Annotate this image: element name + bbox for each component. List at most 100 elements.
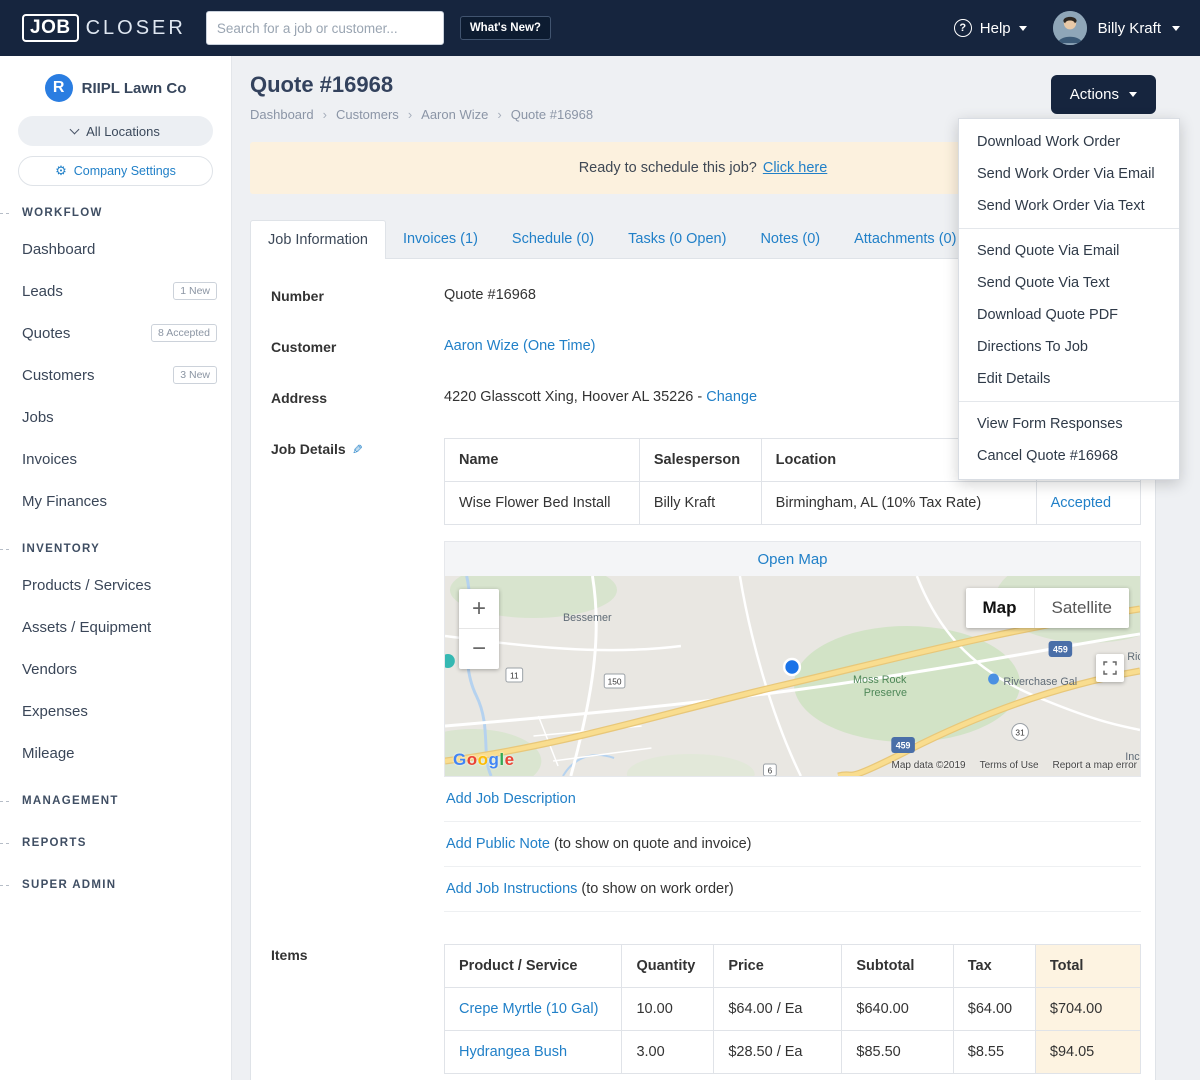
menu-item-send-work-order-email[interactable]: Send Work Order Via Email — [959, 158, 1179, 190]
chevron-down-icon — [1129, 92, 1137, 97]
menu-item-download-work-order[interactable]: Download Work Order — [959, 126, 1179, 158]
nav-header-inventory[interactable]: INVENTORY — [0, 534, 231, 564]
menu-item-cancel-quote[interactable]: Cancel Quote #16968 — [959, 440, 1179, 472]
help-label: Help — [979, 19, 1011, 37]
job-details-label-text: Job Details — [271, 441, 346, 457]
sidebar-item-expenses[interactable]: Expenses — [0, 690, 231, 732]
menu-item-send-quote-text[interactable]: Send Quote Via Text — [959, 267, 1179, 299]
add-public-note-link[interactable]: Add Public Note — [446, 836, 550, 852]
report-map-error-link[interactable]: Report a map error — [1053, 760, 1137, 771]
route-shield-label: 150 — [608, 676, 622, 686]
tab-attachments[interactable]: Attachments (0) — [837, 220, 973, 258]
whats-new-button[interactable]: What's New? — [459, 16, 551, 40]
top-bar: JOB CLOSER What's New? ? Help Billy Kraf… — [0, 0, 1200, 56]
sidebar-item-assets-equipment[interactable]: Assets / Equipment — [0, 606, 231, 648]
items-row: Items Product / Service Quantity Price S… — [265, 928, 1142, 1080]
sidebar-item-customers[interactable]: Customers 3 New — [0, 354, 231, 396]
sidebar-item-vendors[interactable]: Vendors — [0, 648, 231, 690]
sidebar-item-invoices[interactable]: Invoices — [0, 438, 231, 480]
map-canvas[interactable]: Bessemer 11 150 459 459 31 6 Moss Rock P… — [445, 576, 1140, 776]
zoom-in-button[interactable]: + — [459, 589, 499, 629]
app-logo[interactable]: JOB CLOSER — [22, 14, 186, 42]
actions-button[interactable]: Actions — [1050, 75, 1156, 114]
breadcrumb-customers[interactable]: Customers — [336, 107, 399, 122]
tab-notes[interactable]: Notes (0) — [743, 220, 837, 258]
item-subtotal: $640.00 — [841, 987, 954, 1031]
interstate-shield-label: 459 — [1053, 644, 1068, 654]
add-job-description-link[interactable]: Add Job Description — [446, 791, 576, 807]
actions-label: Actions — [1069, 86, 1119, 103]
item-product-link[interactable]: Crepe Myrtle (10 Gal) — [443, 987, 623, 1031]
map-marker[interactable] — [782, 657, 802, 677]
job-details-data-row: Wise Flower Bed Install Billy Kraft Birm… — [444, 481, 1142, 525]
menu-item-edit-details[interactable]: Edit Details — [959, 363, 1179, 395]
sidebar-item-label: Invoices — [22, 450, 78, 468]
address-change-link[interactable]: Change — [706, 389, 757, 405]
sidebar-item-dashboard[interactable]: Dashboard — [0, 228, 231, 270]
nav-header-workflow[interactable]: WORKFLOW — [0, 198, 231, 228]
breadcrumb: Dashboard Customers Aaron Wize Quote #16… — [250, 107, 593, 122]
open-map-link[interactable]: Open Map — [445, 542, 1140, 576]
tab-invoices[interactable]: Invoices (1) — [386, 220, 495, 258]
gear-icon — [55, 163, 67, 179]
menu-item-directions-to-job[interactable]: Directions To Job — [959, 331, 1179, 363]
menu-item-send-work-order-text[interactable]: Send Work Order Via Text — [959, 190, 1179, 222]
help-menu[interactable]: ? Help — [953, 19, 1027, 37]
breadcrumb-customer-name[interactable]: Aaron Wize — [421, 107, 488, 122]
map-label-preserve: Preserve — [864, 687, 907, 699]
breadcrumb-separator — [408, 107, 412, 122]
company-name: RIIPL Lawn Co — [81, 79, 187, 97]
page-header: Quote #16968 Dashboard Customers Aaron W… — [250, 72, 1156, 122]
menu-item-download-quote-pdf[interactable]: Download Quote PDF — [959, 299, 1179, 331]
company-switcher[interactable]: R RIIPL Lawn Co — [12, 74, 219, 102]
fullscreen-button[interactable] — [1096, 654, 1124, 682]
google-logo: Google — [453, 750, 515, 769]
item-product-link[interactable]: Hydrangea Bush — [443, 1030, 623, 1074]
menu-divider — [959, 228, 1179, 229]
nav-header-super-admin[interactable]: SUPER ADMIN — [0, 870, 231, 900]
sidebar-item-label: My Finances — [22, 492, 108, 510]
add-public-note-row: Add Public Note (to show on quote and in… — [444, 822, 1141, 867]
items-label: Items — [271, 947, 308, 963]
search-input[interactable] — [205, 11, 444, 45]
banner-text: Ready to schedule this job? — [578, 160, 757, 176]
map-data-credit: Map data ©2019 — [891, 760, 966, 771]
map-type-satellite-button[interactable]: Satellite — [1033, 588, 1129, 628]
terms-of-use-link[interactable]: Terms of Use — [980, 760, 1039, 771]
breadcrumb-dashboard[interactable]: Dashboard — [250, 107, 314, 122]
user-menu[interactable]: Billy Kraft — [1052, 11, 1180, 45]
item-price: $28.50 / Ea — [713, 1030, 843, 1074]
company-settings-button[interactable]: Company Settings — [18, 156, 213, 186]
locations-dropdown[interactable]: All Locations — [18, 116, 213, 146]
sidebar-item-mileage[interactable]: Mileage — [0, 732, 231, 774]
job-status-dropdown[interactable]: Accepted — [1035, 481, 1142, 525]
number-label: Number — [271, 288, 324, 304]
menu-item-send-quote-email[interactable]: Send Quote Via Email — [959, 235, 1179, 267]
menu-item-view-form-responses[interactable]: View Form Responses — [959, 408, 1179, 440]
customer-link[interactable]: Aaron Wize — [444, 338, 519, 354]
breadcrumb-separator — [323, 107, 327, 122]
map-type-map-button[interactable]: Map — [965, 588, 1034, 628]
tab-job-information[interactable]: Job Information — [250, 220, 386, 259]
job-name-cell: Wise Flower Bed Install — [444, 481, 640, 525]
route-shield-label: 6 — [768, 766, 773, 775]
map-label-town: Bessemer — [563, 612, 612, 624]
banner-click-here-link[interactable]: Click here — [763, 160, 827, 176]
sidebar-item-quotes[interactable]: Quotes 8 Accepted — [0, 312, 231, 354]
chevron-down-icon — [1018, 25, 1027, 31]
nav-header-management[interactable]: MANAGEMENT — [0, 786, 231, 816]
nav-header-reports[interactable]: REPORTS — [0, 828, 231, 858]
zoom-out-button[interactable]: − — [459, 629, 499, 669]
col-total: Total — [1034, 944, 1142, 988]
sidebar-item-jobs[interactable]: Jobs — [0, 396, 231, 438]
sidebar-item-leads[interactable]: Leads 1 New — [0, 270, 231, 312]
tab-tasks[interactable]: Tasks (0 Open) — [611, 220, 743, 258]
customers-badge: 3 New — [173, 366, 217, 384]
sidebar-item-my-finances[interactable]: My Finances — [0, 480, 231, 522]
add-job-instructions-link[interactable]: Add Job Instructions — [446, 881, 577, 897]
sidebar-item-products-services[interactable]: Products / Services — [0, 564, 231, 606]
job-salesperson-cell: Billy Kraft — [638, 481, 762, 525]
page-title: Quote #16968 — [250, 72, 394, 97]
map-poi-pin — [988, 673, 999, 685]
tab-schedule[interactable]: Schedule (0) — [495, 220, 611, 258]
